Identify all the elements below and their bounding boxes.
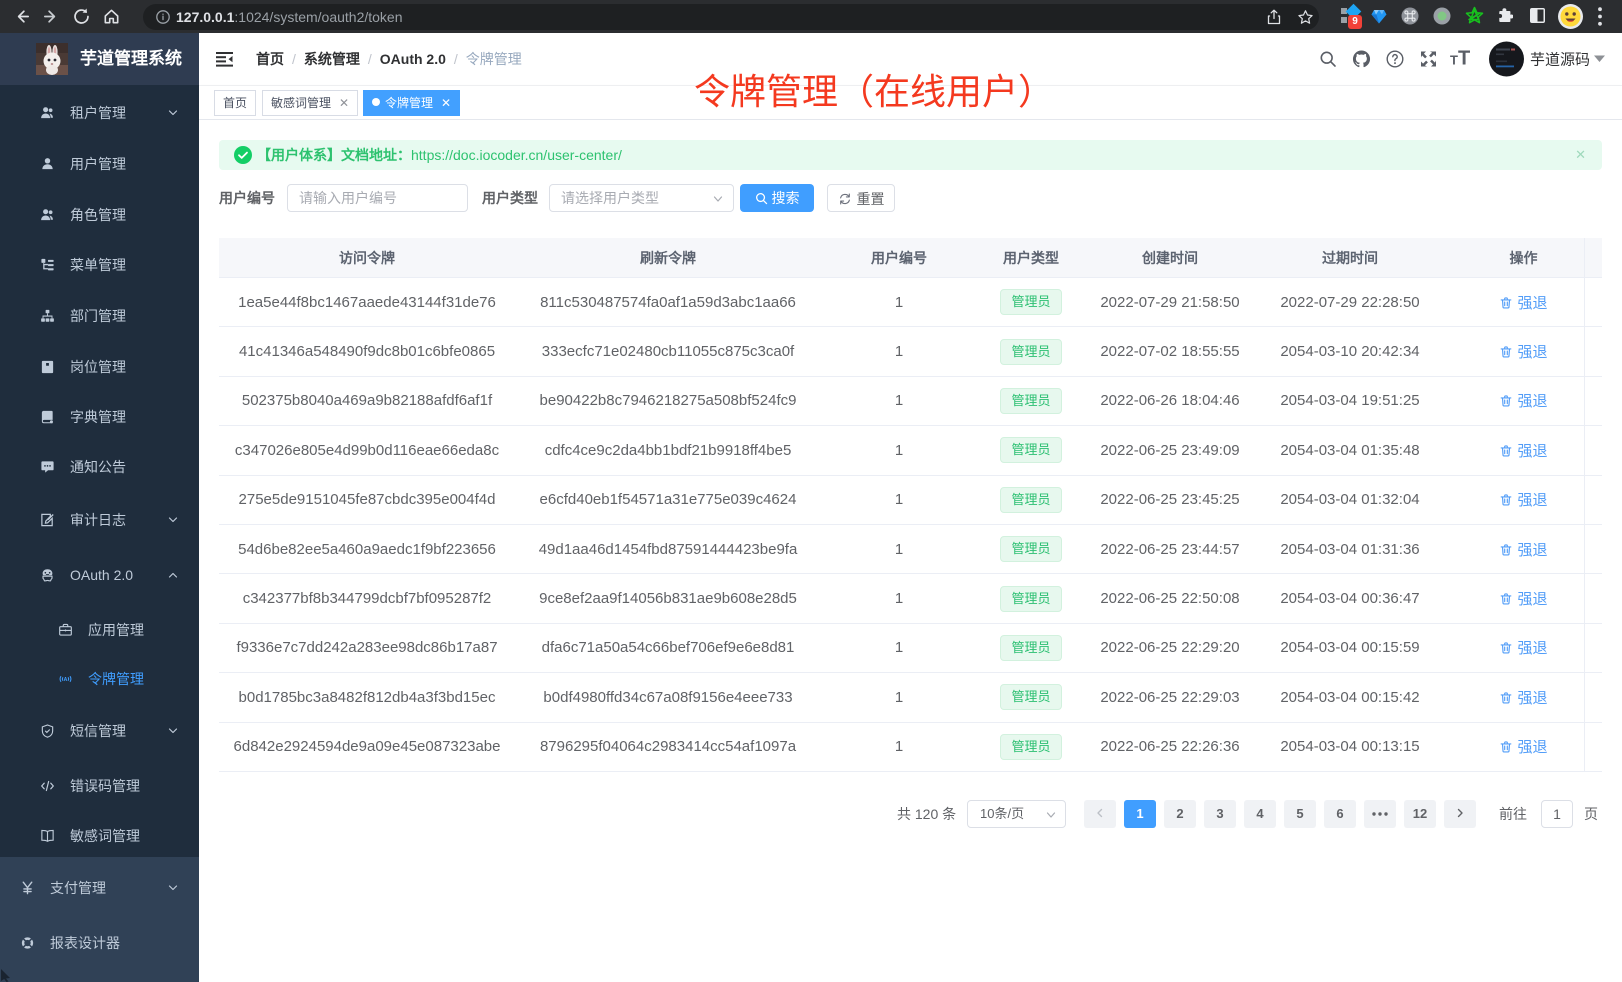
svg-text:A: A xyxy=(64,677,68,683)
